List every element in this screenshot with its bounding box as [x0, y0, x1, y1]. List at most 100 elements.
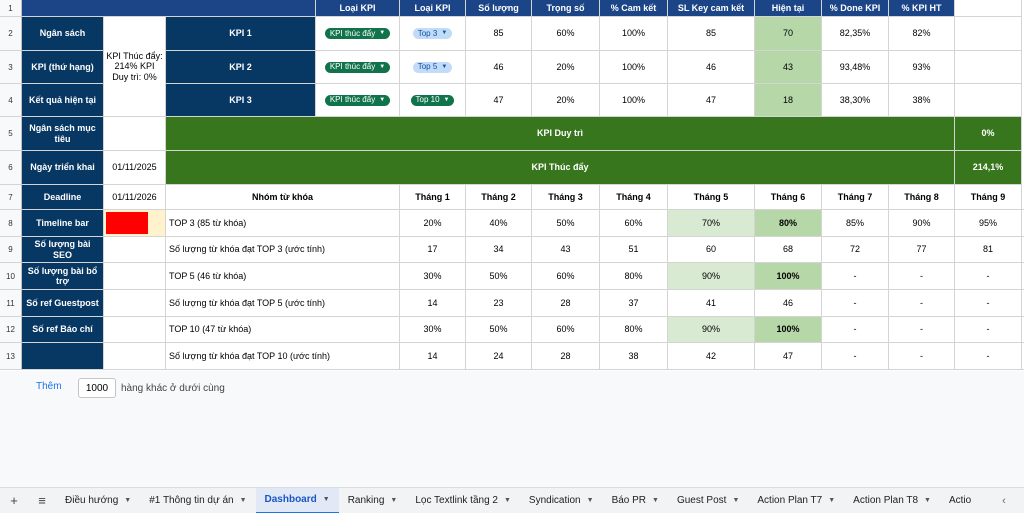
month-value[interactable]: - [889, 343, 955, 370]
left-label[interactable]: Timeline bar [22, 210, 104, 237]
sheet-tab[interactable]: Lọc Textlink tầng 2 ▼ [406, 488, 520, 513]
kpi-thuc-day-label[interactable]: KPI Thúc đẩy [166, 151, 955, 185]
month-value[interactable]: 77 [889, 237, 955, 263]
kpi-top-dropdown[interactable]: Top 3 ▼ [412, 28, 453, 39]
kpi-qty[interactable]: 85 [466, 17, 532, 51]
keyword-group-label[interactable]: Số lượng từ khóa đạt TOP 5 (ước tính) [166, 290, 400, 317]
kpi-commit[interactable]: 100% [600, 84, 668, 117]
keyword-group-label[interactable]: TOP 10 (47 từ khóa) [166, 317, 400, 343]
month-value[interactable]: 30% [400, 263, 466, 290]
month-value[interactable]: 95% [955, 210, 1022, 237]
kpi-key[interactable]: 47 [668, 84, 755, 117]
kpi-type-dropdown[interactable]: KPI thúc đẩy ▼ [324, 94, 391, 106]
month-value[interactable]: 100% [755, 263, 822, 290]
kpi-type-cell[interactable]: KPI thúc đẩy ▼ [316, 51, 400, 84]
kpi-ht[interactable]: 82% [889, 17, 955, 51]
sheet-grid[interactable]: 1 2 3 4 5 6 7 8 9 10 11 12 13 Loại KPI Loại KPI Số lượn… [0, 0, 1024, 371]
deadline-date[interactable]: 01/11/2026 [104, 185, 166, 210]
row-number[interactable]: 11 [0, 290, 22, 317]
month-value[interactable]: 50% [532, 210, 600, 237]
row-number[interactable]: 3 [0, 51, 22, 84]
kpi-done[interactable]: 82,35% [822, 17, 889, 51]
month-header[interactable]: Tháng 5 [668, 185, 755, 210]
month-value[interactable]: 38 [600, 343, 668, 370]
keyword-group-label[interactable]: Số lượng từ khóa đạt TOP 10 (ước tính) [166, 343, 400, 370]
all-sheets-menu-icon[interactable]: ≡ [28, 488, 56, 513]
left-label[interactable]: Ngày triển khai [22, 151, 104, 185]
month-value[interactable]: 40% [466, 210, 532, 237]
empty-cell[interactable] [955, 51, 1022, 84]
kpi-done[interactable]: 38,30% [822, 84, 889, 117]
month-value[interactable]: 23 [466, 290, 532, 317]
row-number[interactable]: 10 [0, 263, 22, 290]
empty-cell[interactable] [104, 317, 166, 343]
kpi-ht[interactable]: 38% [889, 84, 955, 117]
start-date[interactable]: 01/11/2025 [104, 151, 166, 185]
left-label[interactable]: Số ref Báo chí [22, 317, 104, 343]
month-value[interactable]: 42 [668, 343, 755, 370]
month-value[interactable]: 60% [600, 210, 668, 237]
empty-cell[interactable] [955, 17, 1022, 51]
left-label[interactable]: Ngân sách [22, 17, 104, 51]
month-value[interactable]: 72 [822, 237, 889, 263]
sheet-tab[interactable]: Dashboard ▼ [255, 488, 339, 513]
keyword-group-header[interactable]: Nhóm từ khóa [166, 185, 400, 210]
add-sheet-icon[interactable]: + [0, 488, 28, 513]
row-number[interactable]: 5 [0, 117, 22, 151]
kpi-done[interactable]: 93,48% [822, 51, 889, 84]
month-value[interactable]: 51 [600, 237, 668, 263]
kpi-qty[interactable]: 46 [466, 51, 532, 84]
month-value[interactable]: 34 [466, 237, 532, 263]
left-label[interactable]: Số ref Guestpost [22, 290, 104, 317]
month-value[interactable]: - [955, 263, 1022, 290]
sheet-tab[interactable]: Điều hướng ▼ [56, 488, 140, 513]
kpi-key[interactable]: 46 [668, 51, 755, 84]
month-value[interactable]: - [955, 290, 1022, 317]
kpi-commit[interactable]: 100% [600, 51, 668, 84]
row-number[interactable]: 9 [0, 237, 22, 263]
month-value[interactable]: - [822, 263, 889, 290]
kpi-duy-tri-label[interactable]: KPI Duy trì [166, 117, 955, 151]
month-value[interactable]: 50% [466, 263, 532, 290]
month-value[interactable]: 30% [400, 317, 466, 343]
month-value[interactable]: 60 [668, 237, 755, 263]
empty-cell[interactable] [104, 117, 166, 151]
empty-cell[interactable] [104, 263, 166, 290]
row-number[interactable]: 6 [0, 151, 22, 185]
month-value[interactable]: 24 [466, 343, 532, 370]
month-value[interactable]: 85% [822, 210, 889, 237]
row-number[interactable]: 2 [0, 17, 22, 51]
kpi-weight[interactable]: 20% [532, 84, 600, 117]
column-header-hien-tai[interactable]: Hiện tại [755, 0, 822, 17]
month-value[interactable]: 80% [755, 210, 822, 237]
month-value[interactable]: 47 [755, 343, 822, 370]
sheet-tab[interactable]: #1 Thông tin dự án ▼ [140, 488, 255, 513]
column-header-kpi-ht[interactable]: % KPI HT [889, 0, 955, 17]
month-header[interactable]: Tháng 7 [822, 185, 889, 210]
month-value[interactable]: 50% [466, 317, 532, 343]
sheet-tab[interactable]: Actio [940, 488, 980, 513]
add-rows-count-input[interactable] [78, 378, 116, 398]
row-number[interactable]: 7 [0, 185, 22, 210]
kpi-key[interactable]: 85 [668, 17, 755, 51]
month-value[interactable]: 80% [600, 263, 668, 290]
empty-cell[interactable] [104, 237, 166, 263]
empty-cell[interactable] [955, 0, 1022, 17]
empty-cell[interactable] [104, 343, 166, 370]
keyword-group-label[interactable]: TOP 5 (46 từ khóa) [166, 263, 400, 290]
column-header-loai-kpi-1[interactable]: Loại KPI [316, 0, 400, 17]
sheet-tab[interactable]: Ranking ▼ [339, 488, 407, 513]
row-number[interactable]: 4 [0, 84, 22, 117]
month-value[interactable]: 14 [400, 343, 466, 370]
sheet-tab[interactable]: Action Plan T8 ▼ [844, 488, 940, 513]
month-value[interactable]: 28 [532, 290, 600, 317]
column-header-sl-key[interactable]: SL Key cam kết [668, 0, 755, 17]
month-value[interactable]: 60% [532, 317, 600, 343]
kpi-current[interactable]: 70 [755, 17, 822, 51]
keyword-group-label[interactable]: TOP 3 (85 từ khóa) [166, 210, 400, 237]
month-value[interactable]: 14 [400, 290, 466, 317]
month-value[interactable]: 17 [400, 237, 466, 263]
empty-cell[interactable] [104, 290, 166, 317]
kpi-current[interactable]: 18 [755, 84, 822, 117]
month-value[interactable]: 46 [755, 290, 822, 317]
